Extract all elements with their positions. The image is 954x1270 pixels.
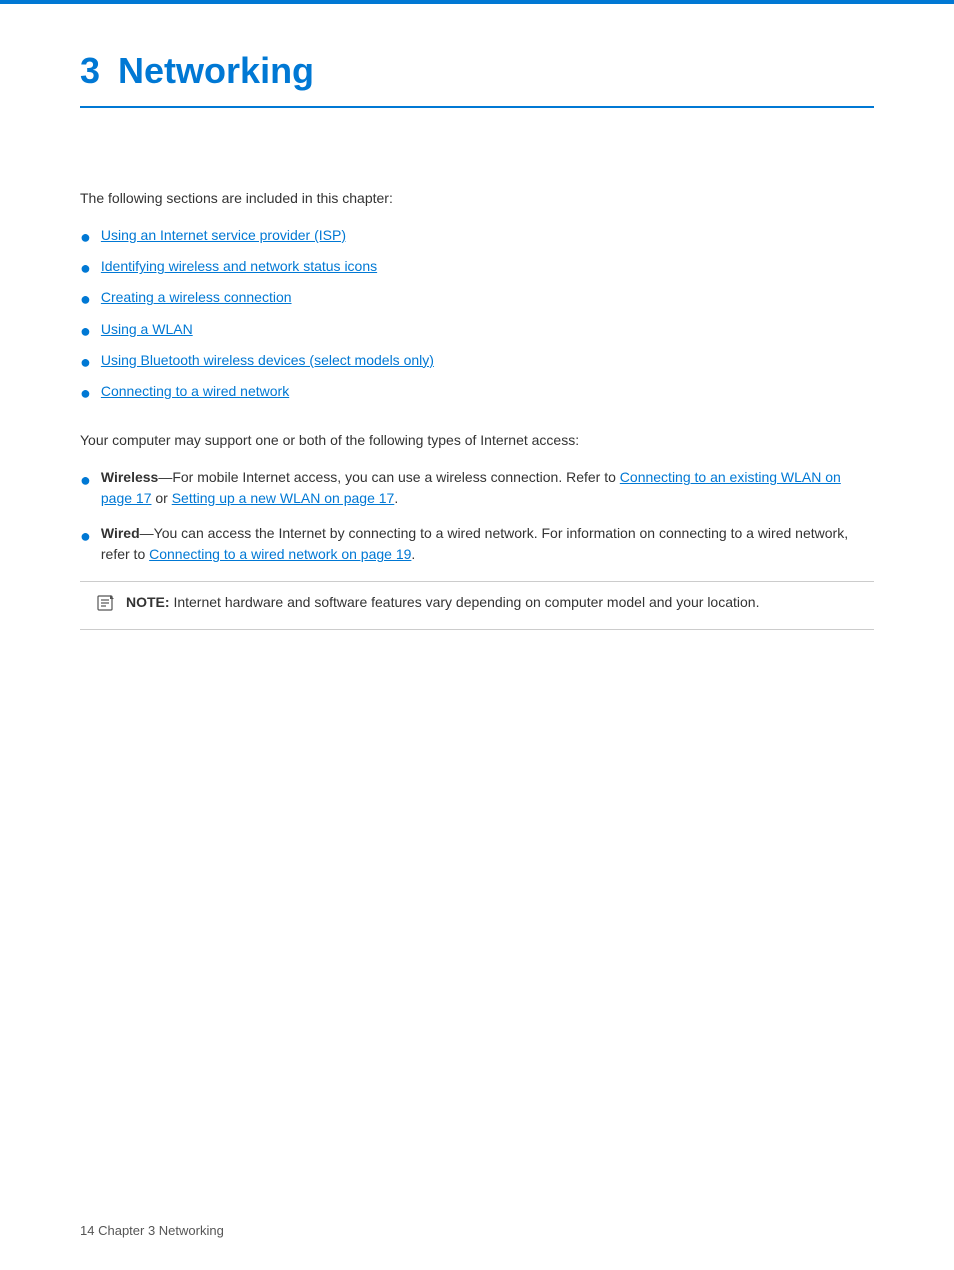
wired-period: . xyxy=(411,546,415,562)
link-wired-network[interactable]: Connecting to a wired network on page 19 xyxy=(149,546,411,562)
wired-label: Wired xyxy=(101,525,140,541)
list-item: ● Using an Internet service provider (IS… xyxy=(80,225,874,250)
bullet-icon: ● xyxy=(80,381,91,406)
internet-access-intro: Your computer may support one or both of… xyxy=(80,430,874,451)
list-item-wireless: ● Wireless—For mobile Internet access, y… xyxy=(80,467,874,509)
bullet-icon: ● xyxy=(80,468,91,493)
footer-text: 14 Chapter 3 Networking xyxy=(80,1223,224,1238)
list-item: ● Identifying wireless and network statu… xyxy=(80,256,874,281)
note-icon xyxy=(96,593,116,619)
page-footer: 14 Chapter 3 Networking xyxy=(80,1221,224,1241)
access-type-list: ● Wireless—For mobile Internet access, y… xyxy=(80,467,874,565)
page: 3 Networking The following sections are … xyxy=(0,0,954,1270)
wireless-period: . xyxy=(394,490,398,506)
wireless-or: or xyxy=(151,490,171,506)
wireless-dash: —For mobile Internet access, you can use… xyxy=(158,469,619,485)
chapter-title: Networking xyxy=(118,44,314,98)
intro-text: The following sections are included in t… xyxy=(80,188,874,209)
list-item: ● Using a WLAN xyxy=(80,319,874,344)
note-body: Internet hardware and software features … xyxy=(173,594,759,610)
bullet-icon: ● xyxy=(80,319,91,344)
note-text: NOTE: Internet hardware and software fea… xyxy=(126,592,759,613)
bullet-icon: ● xyxy=(80,225,91,250)
wireless-description: Wireless—For mobile Internet access, you… xyxy=(101,467,874,509)
toc-link-wireless-icons[interactable]: Identifying wireless and network status … xyxy=(101,256,377,277)
bullet-icon: ● xyxy=(80,256,91,281)
list-item: ● Using Bluetooth wireless devices (sele… xyxy=(80,350,874,375)
list-item: ● Connecting to a wired network xyxy=(80,381,874,406)
note-svg-icon xyxy=(96,593,116,613)
toc-link-wlan[interactable]: Using a WLAN xyxy=(101,319,193,340)
toc-link-isp[interactable]: Using an Internet service provider (ISP) xyxy=(101,225,346,246)
toc-list: ● Using an Internet service provider (IS… xyxy=(80,225,874,406)
footer-chapter-ref: Chapter 3 Networking xyxy=(98,1223,224,1238)
bullet-icon: ● xyxy=(80,524,91,549)
note-label: NOTE: xyxy=(126,594,170,610)
chapter-header: 3 Networking xyxy=(80,44,874,108)
list-item: ● Creating a wireless connection xyxy=(80,287,874,312)
bullet-icon: ● xyxy=(80,350,91,375)
link-new-wlan[interactable]: Setting up a new WLAN on page 17 xyxy=(172,490,395,506)
wireless-label: Wireless xyxy=(101,469,158,485)
toc-link-bluetooth[interactable]: Using Bluetooth wireless devices (select… xyxy=(101,350,434,371)
note-box: NOTE: Internet hardware and software fea… xyxy=(80,581,874,630)
content-area: 3 Networking The following sections are … xyxy=(0,4,954,690)
footer-page-number: 14 xyxy=(80,1223,94,1238)
toc-link-wireless-connection[interactable]: Creating a wireless connection xyxy=(101,287,292,308)
bullet-icon: ● xyxy=(80,287,91,312)
wired-description: Wired—You can access the Internet by con… xyxy=(101,523,874,565)
list-item-wired: ● Wired—You can access the Internet by c… xyxy=(80,523,874,565)
chapter-number: 3 xyxy=(80,44,100,98)
toc-link-wired[interactable]: Connecting to a wired network xyxy=(101,381,289,402)
